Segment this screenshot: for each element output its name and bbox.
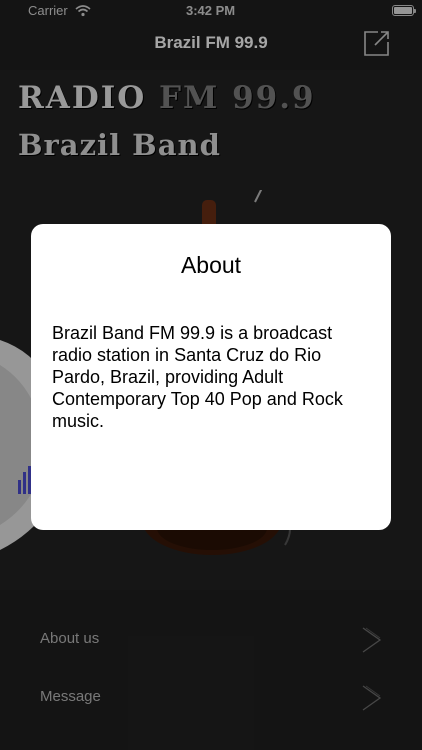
dialog-body-text: Brazil Band FM 99.9 is a broadcast radio… [52,323,343,431]
app-screen: Carrier 3:42 PM Brazil FM 99.9 RADIO FM … [0,0,422,750]
dialog-title: About [180,252,242,278]
about-dialog: About Brazil Band FM 99.9 is a broadcast… [31,224,391,530]
